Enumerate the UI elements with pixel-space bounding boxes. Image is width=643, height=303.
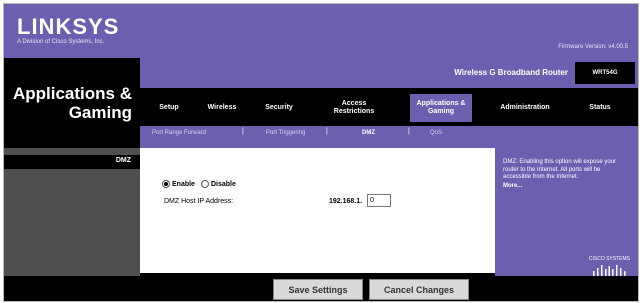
tab-setup[interactable]: Setup <box>154 96 184 120</box>
product-bar: Wireless G Broadband Router WRT54G <box>140 58 638 88</box>
subtab-separator: | <box>408 128 410 135</box>
button-bar: Save Settings Cancel Changes <box>140 273 495 301</box>
sidebar-section-text: DMZ <box>115 157 131 164</box>
cisco-logo-text: CISCO SYSTEMS <box>588 256 630 262</box>
subtab-port-triggering[interactable]: Port Triggering <box>266 130 305 136</box>
dmz-host-ip-input[interactable] <box>367 194 391 207</box>
main-tab-bar: Setup Wireless Security Access Restricti… <box>140 88 638 126</box>
sub-tab-bar: Port Range Forward | Port Triggering | D… <box>140 126 638 148</box>
tab-applications-gaming[interactable]: Applications & Gaming <box>410 94 472 122</box>
enable-radio-dot[interactable] <box>162 180 170 188</box>
tab-security[interactable]: Security <box>260 96 298 120</box>
cancel-changes-button[interactable]: Cancel Changes <box>369 279 469 300</box>
tab-wireless[interactable]: Wireless <box>202 96 242 120</box>
page-title: Applications & Gaming <box>12 84 132 122</box>
cisco-bridge-icon <box>593 265 626 276</box>
subtab-separator: | <box>326 128 328 135</box>
right-footer-stripe <box>495 276 638 301</box>
dmz-toggle-group: Enable Disable <box>162 180 236 188</box>
ip-prefix: 192.168.1. <box>329 198 363 205</box>
enable-radio[interactable]: Enable <box>162 180 195 188</box>
subtab-qos[interactable]: QoS <box>430 130 442 136</box>
router-admin-window: LINKSYS A Division of Cisco Systems, Inc… <box>3 3 639 302</box>
left-footer-stripe <box>4 276 140 301</box>
save-settings-button[interactable]: Save Settings <box>273 279 363 300</box>
subtab-dmz[interactable]: DMZ <box>362 130 375 136</box>
disable-label: Disable <box>210 180 236 188</box>
sidebar-section-label: DMZ <box>4 155 140 169</box>
disable-radio[interactable]: Disable <box>200 180 236 188</box>
help-text-block: DMZ: Enabling this option will expose yo… <box>503 159 628 190</box>
linksys-logo: LINKSYS <box>17 14 120 39</box>
firmware-version: Firmware Version: v4.00.5 <box>558 44 628 50</box>
tab-status[interactable]: Status <box>580 96 620 120</box>
top-banner: LINKSYS A Division of Cisco Systems, Inc… <box>4 4 638 58</box>
disable-radio-dot[interactable] <box>200 180 209 188</box>
dmz-settings-panel: Enable Disable DMZ Host IP Address: 192.… <box>140 148 495 273</box>
tab-administration[interactable]: Administration <box>490 96 560 120</box>
product-name: Wireless G Broadband Router <box>454 68 568 77</box>
logo-subtitle: A Division of Cisco Systems, Inc. <box>17 39 105 45</box>
cisco-logo: CISCO SYSTEMS <box>589 256 630 277</box>
enable-label: Enable <box>172 180 195 188</box>
help-text: DMZ: Enabling this option will expose yo… <box>503 159 617 180</box>
subtab-separator: | <box>242 128 244 135</box>
subtab-port-range-forward[interactable]: Port Range Forward <box>152 130 206 136</box>
tab-access-restrictions[interactable]: Access Restrictions <box>326 96 382 120</box>
more-link[interactable]: More... <box>503 183 628 191</box>
model-badge: WRT54G <box>575 62 635 84</box>
dmz-host-label: DMZ Host IP Address: <box>164 198 234 205</box>
